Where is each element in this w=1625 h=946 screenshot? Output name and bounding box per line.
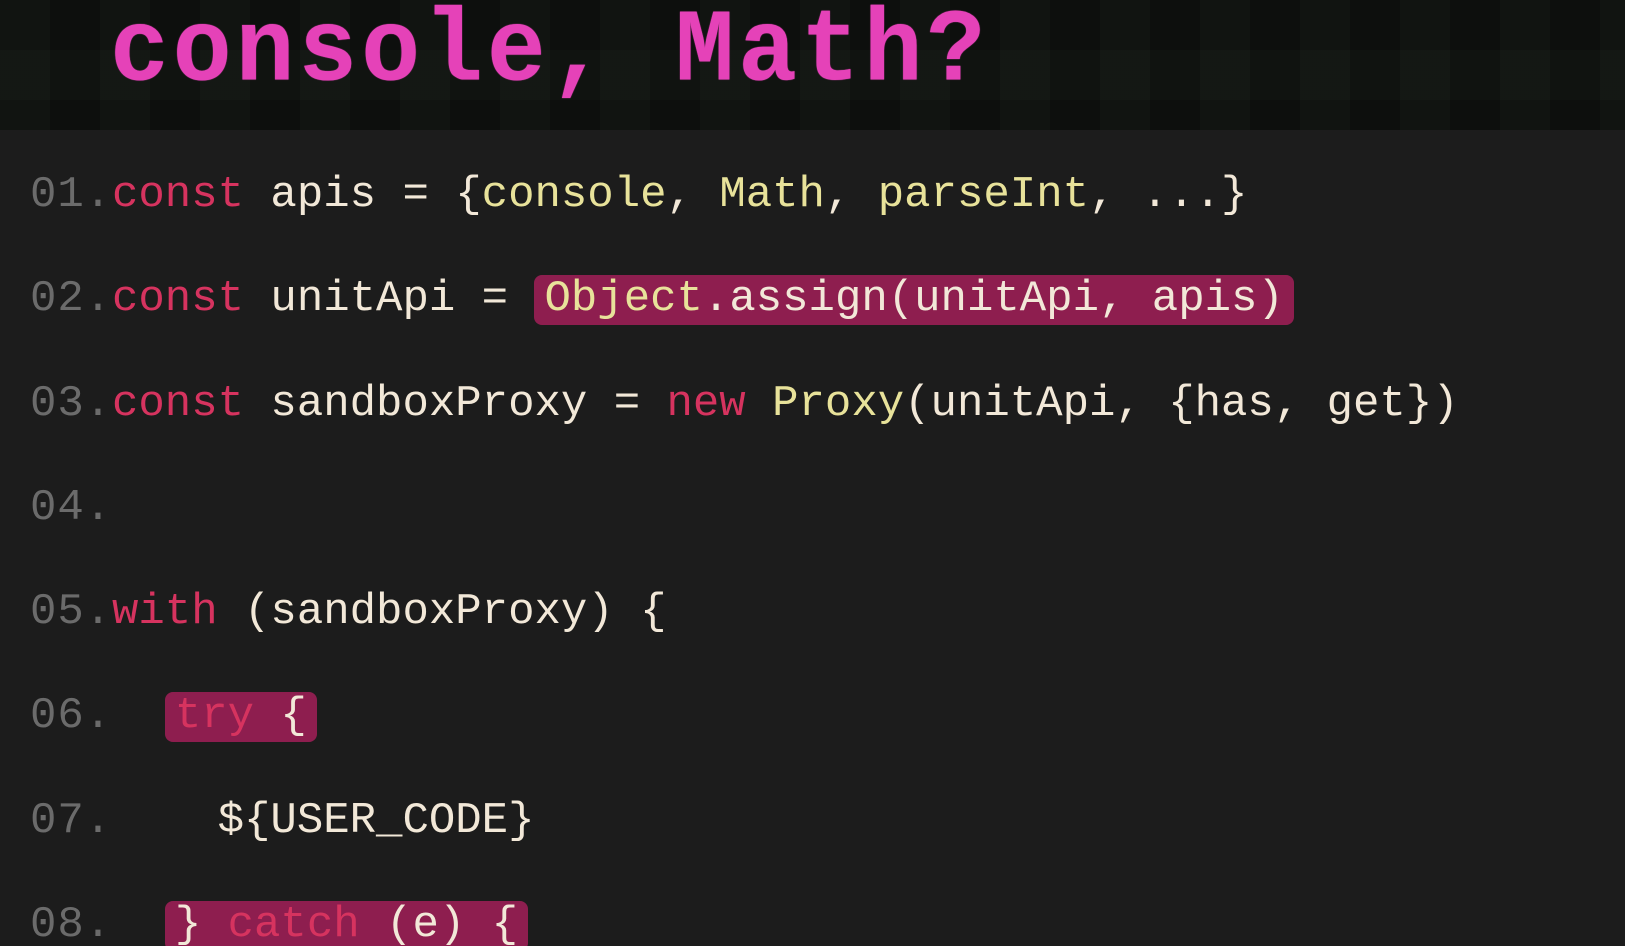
code-token: unitApi = — [244, 274, 534, 324]
highlighted-span: try { — [165, 692, 317, 742]
code-content: try { — [112, 691, 317, 742]
slide: console, Math? 01.const apis = {console,… — [0, 0, 1625, 946]
code-token: const — [112, 170, 244, 220]
code-segment — [112, 900, 165, 946]
highlighted-span: Object.assign(unitApi, apis) — [534, 275, 1293, 325]
line-number: 07. — [30, 796, 112, 846]
code-token: } — [175, 903, 201, 946]
code-token: , — [825, 170, 878, 220]
code-token: new — [667, 379, 746, 429]
code-content: } catch (e) { — [112, 900, 528, 946]
line-number: 05. — [30, 587, 112, 637]
code-token: (unitApi, {has, get}) — [904, 379, 1459, 429]
code-token: (sandboxProxy) { — [218, 587, 667, 637]
highlighted-span: } catch (e) { — [165, 901, 528, 946]
code-segment — [112, 691, 165, 741]
code-token — [746, 379, 772, 429]
code-segment: const unitApi = — [112, 274, 534, 324]
code-token: (e) { — [360, 903, 518, 946]
code-token — [201, 903, 227, 946]
code-token: { — [254, 694, 307, 738]
code-content: const sandboxProxy = new Proxy(unitApi, … — [112, 379, 1459, 429]
code-segment: with (sandboxProxy) { — [112, 587, 667, 637]
code-token: apis = { — [244, 170, 482, 220]
code-token: .assign(unitApi, apis) — [703, 277, 1284, 321]
code-token: const — [112, 379, 244, 429]
code-token: with — [112, 587, 218, 637]
code-line: 08. } catch (e) { — [30, 900, 1625, 946]
code-segment: const apis = {console, Math, parseInt, .… — [112, 170, 1247, 220]
code-token: console — [482, 170, 667, 220]
code-token: Math — [719, 170, 825, 220]
code-content: const apis = {console, Math, parseInt, .… — [112, 170, 1247, 220]
code-line: 02.const unitApi = Object.assign(unitApi… — [30, 274, 1625, 325]
code-line: 03.const sandboxProxy = new Proxy(unitAp… — [30, 379, 1625, 429]
slide-title: console, Math? — [110, 0, 989, 110]
code-segment: ${USER_CODE} — [112, 796, 534, 846]
code-line: 04. — [30, 483, 1625, 533]
code-content: ${USER_CODE} — [112, 796, 534, 846]
code-token: Object — [544, 277, 702, 321]
code-content: with (sandboxProxy) { — [112, 587, 667, 637]
code-token: const — [112, 274, 244, 324]
code-line: 06. try { — [30, 691, 1625, 742]
code-token: parseInt — [878, 170, 1089, 220]
line-number: 04. — [30, 483, 112, 533]
code-token: , ...} — [1089, 170, 1247, 220]
code-content: const unitApi = Object.assign(unitApi, a… — [112, 274, 1294, 325]
line-number: 01. — [30, 170, 112, 220]
line-number: 06. — [30, 691, 112, 741]
code-token: sandboxProxy = — [244, 379, 666, 429]
code-token: catch — [228, 903, 360, 946]
code-token: ${USER_CODE} — [112, 796, 534, 846]
code-token — [112, 900, 165, 946]
code-block: 01.const apis = {console, Math, parseInt… — [0, 130, 1625, 946]
code-token: , — [667, 170, 720, 220]
code-token: Proxy — [772, 379, 904, 429]
line-number: 02. — [30, 274, 112, 324]
code-line: 01.const apis = {console, Math, parseInt… — [30, 170, 1625, 220]
title-bar: console, Math? — [0, 0, 1625, 130]
line-number: 03. — [30, 379, 112, 429]
line-number: 08. — [30, 900, 112, 946]
code-line: 07. ${USER_CODE} — [30, 796, 1625, 846]
code-token: try — [175, 694, 254, 738]
code-token — [112, 691, 165, 741]
code-line: 05.with (sandboxProxy) { — [30, 587, 1625, 637]
code-segment: const sandboxProxy = new Proxy(unitApi, … — [112, 379, 1459, 429]
